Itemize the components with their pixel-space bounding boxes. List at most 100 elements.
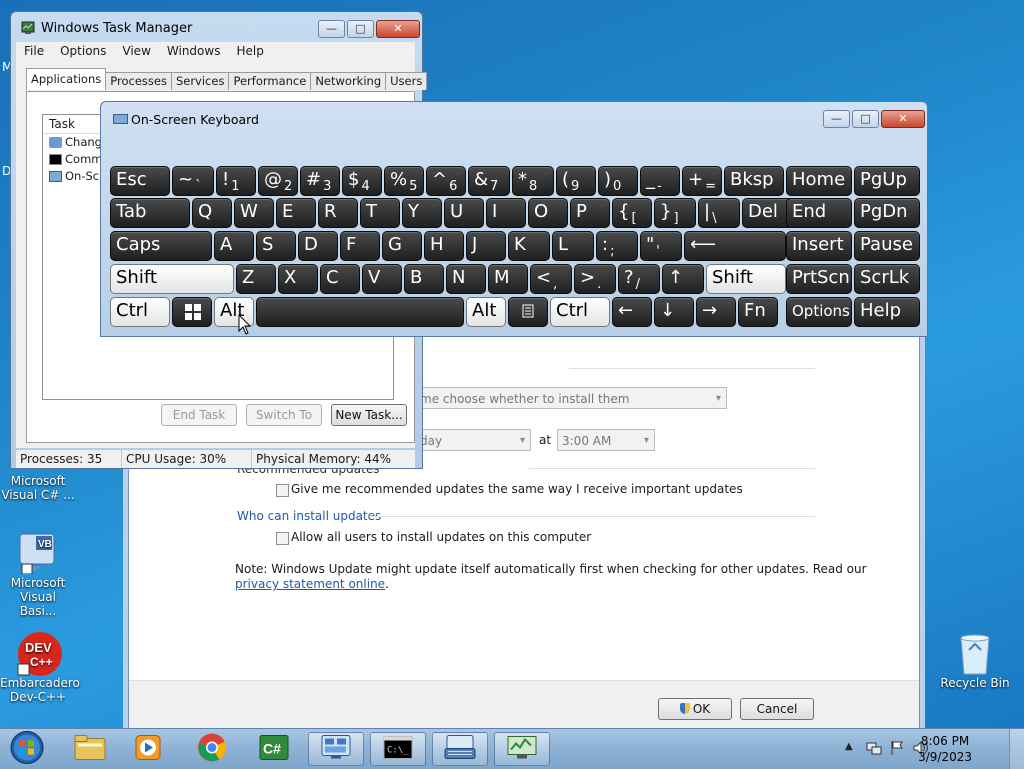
tab-networking[interactable]: Networking bbox=[310, 72, 387, 90]
key-alt[interactable]: Alt bbox=[466, 297, 506, 327]
minimize-button[interactable]: — bbox=[318, 20, 345, 38]
key-h[interactable]: H bbox=[424, 231, 464, 261]
key-options[interactable]: Options bbox=[786, 297, 852, 327]
cancel-button[interactable]: Cancel bbox=[740, 698, 814, 720]
key-z[interactable]: Z bbox=[236, 264, 276, 294]
key-a[interactable]: A bbox=[214, 231, 254, 261]
key-ctrl[interactable]: Ctrl bbox=[110, 297, 170, 327]
key-blank12[interactable]: _ - bbox=[640, 166, 680, 196]
key-blank8[interactable]: & 7 bbox=[468, 166, 510, 196]
key-blank12[interactable]: }] bbox=[654, 198, 696, 228]
key-blank2[interactable]: ! 1 bbox=[216, 166, 256, 196]
key-pause[interactable]: Pause bbox=[854, 231, 920, 261]
key-home[interactable]: Home bbox=[786, 166, 852, 196]
maximize-button[interactable]: □ bbox=[347, 20, 374, 38]
tab-performance[interactable]: Performance bbox=[228, 72, 312, 90]
key-menu[interactable] bbox=[508, 297, 548, 327]
key-blank10[interactable]: :; bbox=[596, 231, 638, 261]
key-blank11[interactable]: {[ bbox=[612, 198, 652, 228]
menu-help[interactable]: Help bbox=[228, 42, 271, 62]
maximize-button[interactable]: □ bbox=[852, 110, 879, 128]
key-down-arrow[interactable]: ↓ bbox=[654, 297, 694, 327]
key-blank4[interactable]: #3 bbox=[300, 166, 340, 196]
key-blank7[interactable]: ^ 6 bbox=[426, 166, 466, 196]
key-scrlk[interactable]: ScrLk bbox=[854, 264, 920, 294]
key-blank9[interactable]: >. bbox=[574, 264, 616, 294]
key-q[interactable]: Q bbox=[192, 198, 232, 228]
key-blank8[interactable]: <, bbox=[530, 264, 572, 294]
allow-all-users-checkbox[interactable] bbox=[276, 532, 289, 545]
key-left-arrow[interactable]: ← bbox=[612, 297, 652, 327]
ok-button[interactable]: OK bbox=[658, 698, 732, 720]
key-u[interactable]: U bbox=[444, 198, 484, 228]
key-o[interactable]: O bbox=[528, 198, 568, 228]
key-blank10[interactable]: ? / bbox=[618, 264, 660, 294]
key-right-arrow[interactable]: → bbox=[696, 297, 736, 327]
key-windows[interactable] bbox=[172, 297, 212, 327]
key-tab[interactable]: Tab bbox=[110, 198, 190, 228]
key-prtscn[interactable]: PrtScn bbox=[786, 264, 852, 294]
key-e[interactable]: E bbox=[276, 198, 316, 228]
key-blank9[interactable]: * 8 bbox=[512, 166, 554, 196]
key-blank6[interactable]: % 5 bbox=[384, 166, 424, 196]
end-task-button[interactable]: End Task bbox=[161, 404, 237, 426]
close-button[interactable]: ✕ bbox=[881, 110, 925, 128]
key-t[interactable]: T bbox=[360, 198, 400, 228]
key-pgup[interactable]: PgUp bbox=[854, 166, 920, 196]
key-g[interactable]: G bbox=[382, 231, 422, 261]
key-enter[interactable]: ⟵ bbox=[684, 231, 786, 261]
close-button[interactable]: ✕ bbox=[376, 20, 420, 38]
day-combo[interactable]: day bbox=[415, 429, 531, 452]
key-k[interactable]: K bbox=[508, 231, 550, 261]
desktop-icon-recycle-bin[interactable]: Recycle Bin bbox=[937, 630, 1013, 690]
key-blank11[interactable]: ) 0 bbox=[598, 166, 638, 196]
key-s[interactable]: S bbox=[256, 231, 296, 261]
key-fn[interactable]: Fn bbox=[738, 297, 778, 327]
menu-file[interactable]: File bbox=[16, 42, 52, 62]
menu-windows[interactable]: Windows bbox=[159, 42, 229, 62]
system-clock[interactable]: 8:06 PM 3/9/2023 bbox=[918, 733, 972, 765]
key-esc[interactable]: Esc bbox=[110, 166, 170, 196]
tab-services[interactable]: Services bbox=[170, 72, 230, 90]
key-blank11[interactable]: " ' bbox=[640, 231, 682, 261]
key-up-arrow[interactable]: ↑ bbox=[662, 264, 704, 294]
tab-users[interactable]: Users bbox=[385, 72, 428, 90]
key-blank13[interactable]: + = bbox=[682, 166, 722, 196]
key-m[interactable]: M bbox=[488, 264, 528, 294]
key-d[interactable]: D bbox=[298, 231, 338, 261]
new-task-button[interactable]: New Task... bbox=[331, 404, 407, 426]
key-pgdn[interactable]: PgDn bbox=[854, 198, 920, 228]
network-icon[interactable] bbox=[866, 740, 882, 759]
key-j[interactable]: J bbox=[466, 231, 506, 261]
desktop-icon-visual-basic[interactable]: VB Microsoft Visual Basi... bbox=[0, 530, 76, 618]
key-f[interactable]: F bbox=[340, 231, 380, 261]
key-l[interactable]: L bbox=[552, 231, 594, 261]
key-end[interactable]: End bbox=[786, 198, 852, 228]
minimize-button[interactable]: — bbox=[823, 110, 850, 128]
desktop-icon-visual-csharp[interactable]: Microsoft Visual C# ... bbox=[0, 474, 76, 502]
switch-to-button[interactable]: Switch To bbox=[246, 404, 322, 426]
taskbar-csharp-ide[interactable]: C# bbox=[246, 732, 302, 766]
key-blank3[interactable]: @2 bbox=[258, 166, 298, 196]
taskbar-chrome[interactable] bbox=[184, 732, 240, 766]
key-insert[interactable]: Insert bbox=[786, 231, 852, 261]
taskbar-media-player[interactable] bbox=[120, 732, 176, 766]
menu-view[interactable]: View bbox=[114, 42, 158, 62]
key-space[interactable] bbox=[256, 297, 464, 327]
key-blank5[interactable]: $4 bbox=[342, 166, 382, 196]
install-updates-combo[interactable]: me choose whether to install them bbox=[415, 387, 727, 410]
recommended-updates-checkbox[interactable] bbox=[276, 484, 289, 497]
action-center-flag-icon[interactable] bbox=[890, 740, 904, 759]
taskbar-network-app[interactable] bbox=[494, 732, 550, 766]
key-p[interactable]: P bbox=[570, 198, 610, 228]
key-caps[interactable]: Caps bbox=[110, 231, 212, 261]
taskbar-task-manager[interactable] bbox=[308, 732, 364, 766]
tab-applications[interactable]: Applications bbox=[26, 68, 107, 90]
key-shift[interactable]: Shift bbox=[706, 264, 786, 294]
key-blank1[interactable]: ~ ` bbox=[172, 166, 214, 196]
key-i[interactable]: I bbox=[486, 198, 526, 228]
key-blank13[interactable]: | \ bbox=[698, 198, 740, 228]
show-desktop-button[interactable] bbox=[1009, 729, 1024, 769]
key-bksp[interactable]: Bksp bbox=[724, 166, 784, 196]
taskbar-on-screen-keyboard[interactable] bbox=[432, 732, 488, 766]
